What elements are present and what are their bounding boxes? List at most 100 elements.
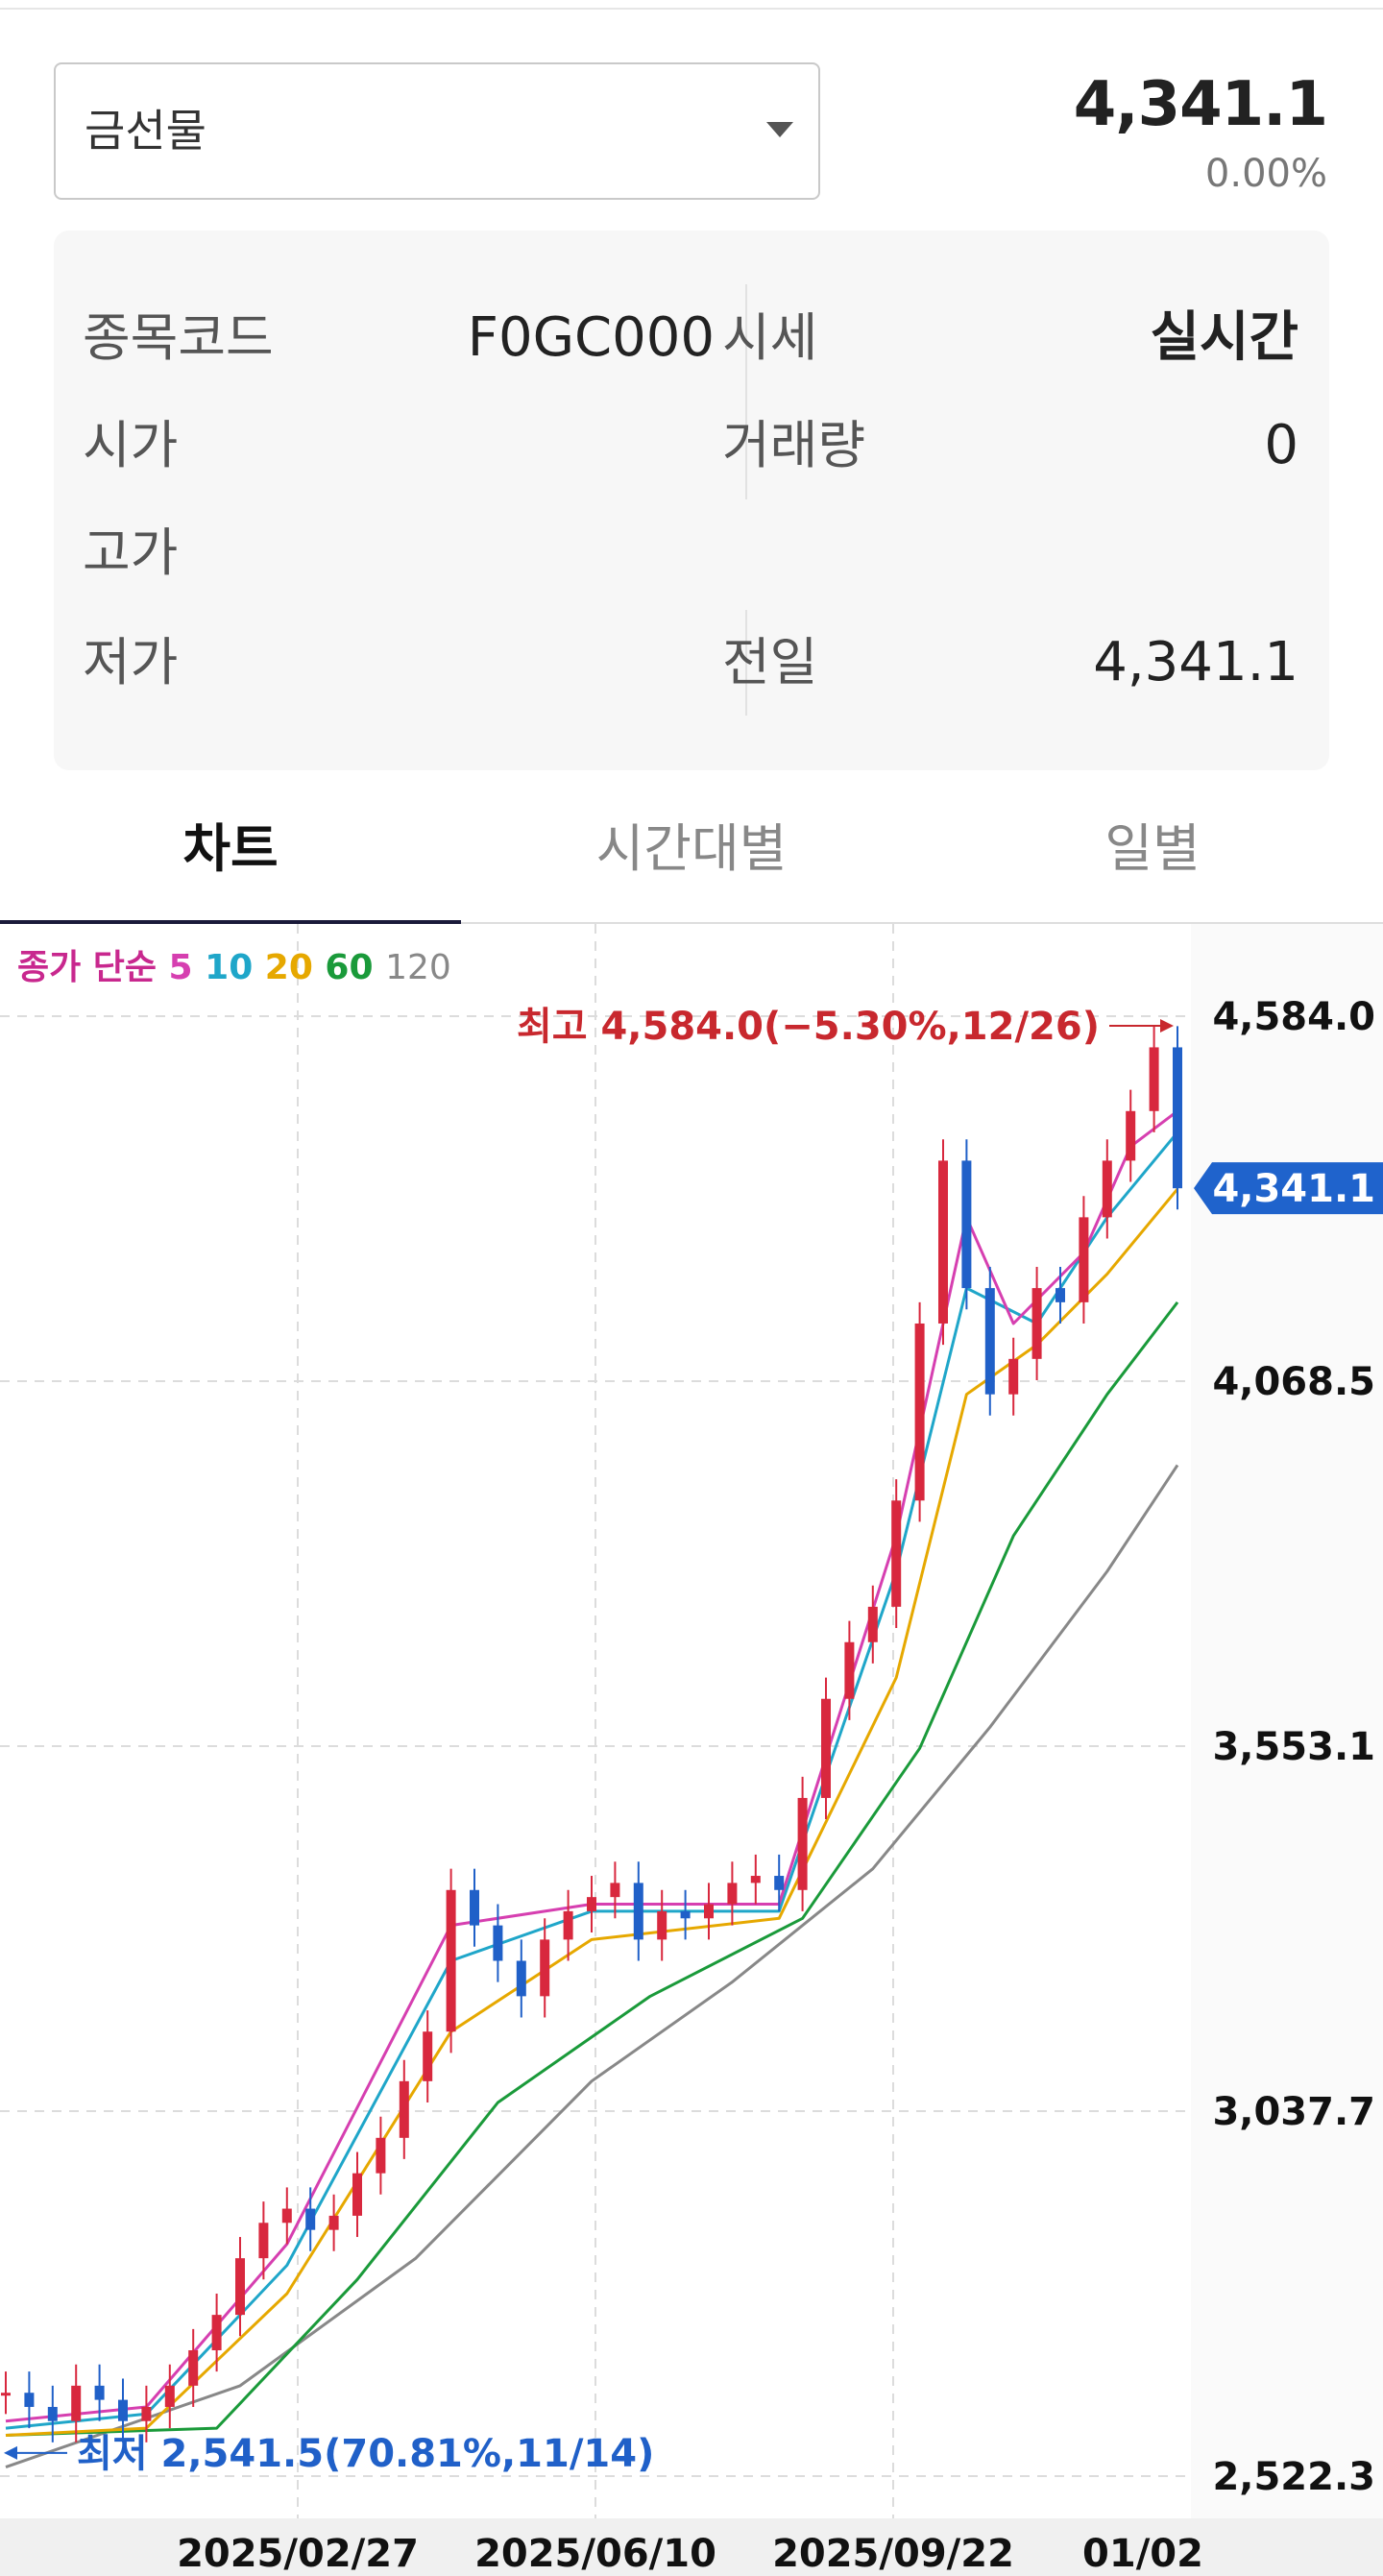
legend-item-20: 20 bbox=[265, 948, 326, 987]
candle-body bbox=[118, 2399, 128, 2421]
tab-by-time[interactable]: 시간대별 bbox=[461, 786, 922, 922]
y-tick-label: 2,522.3 bbox=[1212, 2455, 1375, 2499]
candle-body bbox=[797, 1797, 808, 1890]
candle-body bbox=[94, 2385, 105, 2400]
ma-line-5 bbox=[5, 1109, 1178, 2423]
ma-legend: 종가 단순 5 10 20 60 120 bbox=[17, 948, 451, 987]
candle-body bbox=[1008, 1358, 1019, 1395]
y-tick-label: 4,068.5 bbox=[1212, 1360, 1375, 1404]
y-tick-label: 4,584.0 bbox=[1212, 995, 1375, 1039]
high-label: 고가 bbox=[83, 522, 179, 583]
ma-line-120 bbox=[5, 1464, 1179, 2469]
tab-chart[interactable]: 차트 bbox=[0, 786, 461, 922]
candle-body bbox=[493, 1925, 503, 1961]
candle-body bbox=[750, 1876, 761, 1883]
candle-body bbox=[446, 1889, 456, 2032]
prev-close-value: 4,341.1 bbox=[1093, 631, 1298, 693]
chart-canvas: 4,584.0 4,068.5 3,553.1 3,037.7 2,522.3 2025/… bbox=[0, 924, 1383, 2576]
current-price-tag-label: 4,341.1 bbox=[1212, 1167, 1375, 1211]
volume-value: 0 bbox=[1264, 414, 1298, 476]
candle-body bbox=[235, 2258, 245, 2316]
candle-body bbox=[1102, 1160, 1112, 1218]
candle-body bbox=[1149, 1047, 1159, 1111]
instrument-selector[interactable]: 금선물 bbox=[54, 62, 820, 200]
candle-body bbox=[24, 2393, 35, 2407]
candle-body bbox=[914, 1323, 925, 1501]
y-tick-label: 3,553.1 bbox=[1212, 1725, 1375, 1769]
candle-body bbox=[1173, 1047, 1182, 1189]
candle-body bbox=[47, 2406, 58, 2421]
candle-body bbox=[328, 2215, 339, 2230]
candle-body bbox=[423, 2031, 433, 2081]
candle-body bbox=[399, 2080, 409, 2138]
candle-body bbox=[867, 1606, 878, 1642]
candle-body bbox=[188, 2349, 199, 2386]
high-arrow-head bbox=[1160, 1019, 1174, 1033]
candle-body bbox=[1, 2393, 11, 2396]
candle-body bbox=[961, 1160, 972, 1289]
top-divider bbox=[0, 8, 1383, 10]
ma-line-10 bbox=[5, 1130, 1179, 2430]
candle-body bbox=[540, 1939, 550, 1997]
low-arrow-head bbox=[4, 2445, 17, 2460]
candle-body bbox=[211, 2315, 222, 2350]
candle-body bbox=[633, 1883, 643, 1940]
code-value: F0GC000 bbox=[467, 306, 715, 369]
candle-body bbox=[563, 1910, 573, 1940]
candle-body bbox=[727, 1883, 738, 1905]
view-tabs: 차트 시간대별 일별 bbox=[0, 786, 1383, 924]
low-annotation: 최저 2,541.5(70.81%,11/14) bbox=[77, 2432, 654, 2476]
ma-line-60 bbox=[5, 1300, 1179, 2437]
high-annotation: 최고 4,584.0(−5.30%,12/26) bbox=[517, 1005, 1100, 1049]
price-chart[interactable]: 4,584.0 4,068.5 3,553.1 3,037.7 2,522.3 2025/… bbox=[0, 924, 1383, 2576]
candle-body bbox=[470, 1889, 479, 1926]
legend-item-120: 120 bbox=[385, 948, 451, 987]
x-tick-label: 2025/09/22 bbox=[772, 2532, 1014, 2576]
candle-body bbox=[141, 2406, 152, 2421]
candle-body bbox=[1031, 1288, 1042, 1359]
candle-body bbox=[821, 1698, 831, 1798]
ma-line-20 bbox=[5, 1187, 1179, 2437]
low-label: 저가 bbox=[83, 632, 179, 693]
candle-body bbox=[516, 1960, 526, 1997]
chevron-down-icon bbox=[766, 122, 793, 137]
candle-body bbox=[587, 1897, 596, 1911]
open-label: 시가 bbox=[83, 415, 179, 475]
legend-item-60: 60 bbox=[325, 948, 385, 987]
candle-body bbox=[305, 2208, 316, 2230]
instrument-selector-label: 금선물 bbox=[85, 105, 206, 157]
y-tick-label: 3,037.7 bbox=[1212, 2090, 1375, 2134]
legend-item-5: 5 bbox=[169, 948, 206, 987]
candle-body bbox=[1079, 1217, 1089, 1302]
code-label: 종목코드 bbox=[83, 307, 274, 368]
candle-body bbox=[610, 1883, 620, 1898]
candle-body bbox=[71, 2385, 82, 2421]
candle-body bbox=[844, 1641, 855, 1699]
candle-body bbox=[680, 1910, 691, 1919]
candle-body bbox=[704, 1904, 714, 1919]
volume-label: 거래량 bbox=[722, 415, 866, 475]
tab-daily[interactable]: 일별 bbox=[922, 786, 1383, 922]
candle-body bbox=[164, 2385, 175, 2407]
candle-body bbox=[891, 1500, 902, 1607]
quote-info-panel: 종목코드 F0GC000 시세 실시간 시가 거래량 0 고가 저가 전일 4,… bbox=[54, 231, 1329, 770]
quote-type-value: 실시간 bbox=[1150, 306, 1298, 369]
candle-body bbox=[376, 2137, 386, 2174]
candle-body bbox=[1055, 1288, 1065, 1302]
candle-body bbox=[774, 1876, 785, 1890]
candle-body bbox=[352, 2173, 362, 2216]
prev-close-label: 전일 bbox=[722, 632, 818, 693]
legend-item-10: 10 bbox=[205, 948, 265, 987]
candle-body bbox=[984, 1288, 995, 1395]
legend-prefix: 종가 단순 bbox=[17, 948, 169, 987]
x-tick-label: 01/02 bbox=[1082, 2532, 1203, 2576]
candle-body bbox=[258, 2223, 269, 2259]
candle-body bbox=[938, 1160, 948, 1324]
current-price: 4,341.1 bbox=[1073, 69, 1328, 140]
quote-type-label: 시세 bbox=[722, 307, 818, 368]
candle-body bbox=[657, 1910, 667, 1940]
candle-body bbox=[1126, 1110, 1136, 1161]
x-tick-label: 2025/06/10 bbox=[474, 2532, 716, 2576]
x-tick-label: 2025/02/27 bbox=[177, 2532, 419, 2576]
candle-body bbox=[281, 2208, 292, 2224]
